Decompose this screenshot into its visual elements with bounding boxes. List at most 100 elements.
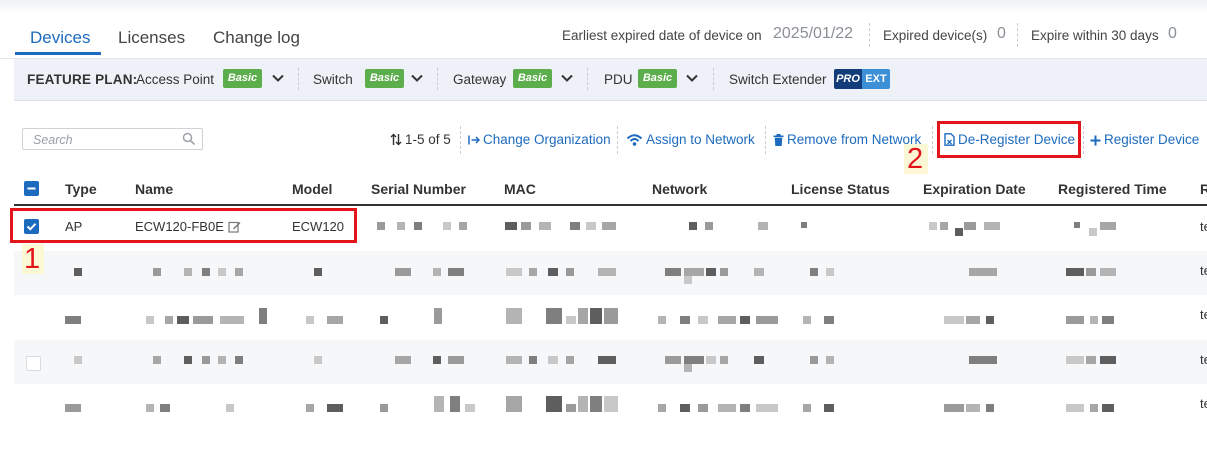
register-device-button[interactable]: Register Device xyxy=(1090,132,1199,147)
column-header-network[interactable]: Network xyxy=(652,181,707,197)
cell-truncated: te xyxy=(1200,307,1207,322)
column-header-truncated[interactable]: R xyxy=(1200,181,1207,197)
tab-change-log[interactable]: Change log xyxy=(213,28,300,48)
redacted-block xyxy=(590,396,602,412)
select-all-checkbox[interactable] xyxy=(24,181,39,196)
switch-extender-pro-ext-badge: PRO EXT xyxy=(834,69,890,89)
redacted-block xyxy=(966,404,980,412)
cell-truncated: te xyxy=(1200,219,1207,234)
redacted-block xyxy=(944,316,964,324)
search-input[interactable] xyxy=(31,130,185,150)
redacted-block xyxy=(160,404,170,412)
redacted-block xyxy=(1100,222,1116,230)
divider xyxy=(298,68,299,90)
cell-truncated: te xyxy=(1200,263,1207,278)
step-marker-2: 2 xyxy=(907,143,924,175)
assign-to-network-button[interactable]: Assign to Network xyxy=(626,132,755,147)
divider xyxy=(869,23,870,47)
column-header-expiration-date[interactable]: Expiration Date xyxy=(923,181,1026,197)
redacted-block xyxy=(826,356,834,364)
redacted-block xyxy=(65,404,81,412)
redacted-block xyxy=(220,316,244,324)
chevron-down-icon[interactable] xyxy=(685,71,699,85)
redacted-block xyxy=(433,268,441,276)
tab-devices[interactable]: Devices xyxy=(30,28,90,48)
redacted-block xyxy=(566,268,574,276)
redacted-block xyxy=(506,308,522,324)
redacted-block xyxy=(1086,268,1096,276)
redacted-block xyxy=(548,356,558,364)
divider xyxy=(437,68,438,90)
divider xyxy=(713,68,714,90)
redacted-block xyxy=(598,268,616,276)
search-icon[interactable] xyxy=(182,132,196,146)
column-header-name[interactable]: Name xyxy=(135,181,173,197)
redacted-block xyxy=(578,308,588,324)
ext-badge-part: EXT xyxy=(862,69,890,89)
redacted-block xyxy=(65,316,81,324)
redacted-block xyxy=(665,268,681,276)
redacted-block xyxy=(718,316,736,324)
expire-30-days-label: Expire within 30 days xyxy=(1031,28,1159,43)
column-header-type[interactable]: Type xyxy=(65,181,97,197)
redacted-block xyxy=(529,356,537,364)
move-to-icon xyxy=(468,135,481,145)
assign-to-network-label: Assign to Network xyxy=(646,132,755,147)
access-point-basic-badge: Basic xyxy=(223,69,262,88)
change-organization-label: Change Organization xyxy=(483,132,611,147)
redacted-block xyxy=(824,316,834,324)
divider xyxy=(460,126,461,154)
redacted-block xyxy=(314,356,322,364)
divider xyxy=(617,126,618,154)
chevron-down-icon[interactable] xyxy=(560,71,574,85)
redacted-block xyxy=(955,228,963,236)
redacted-block xyxy=(153,268,161,276)
redacted-block xyxy=(235,268,243,276)
redacted-block xyxy=(604,308,618,324)
redacted-block xyxy=(1090,404,1098,412)
redacted-block xyxy=(740,316,750,324)
redacted-block xyxy=(1066,268,1084,276)
earliest-expired-label: Earliest expired date of device on xyxy=(562,28,762,43)
redacted-block xyxy=(698,404,708,412)
plan-gateway-label: Gateway xyxy=(453,72,507,87)
redacted-block xyxy=(826,268,834,276)
chevron-down-icon[interactable] xyxy=(271,71,285,85)
redacted-block xyxy=(720,268,728,276)
plus-icon xyxy=(1090,135,1101,146)
tab-licenses[interactable]: Licenses xyxy=(118,28,185,48)
redacted-block xyxy=(1086,356,1096,364)
redacted-block xyxy=(193,316,213,324)
redacted-block xyxy=(146,316,154,324)
plan-switch-extender-label: Switch Extender xyxy=(729,72,827,87)
redacted-block xyxy=(940,222,948,230)
change-organization-button[interactable]: Change Organization xyxy=(468,132,611,147)
pro-badge-part: PRO xyxy=(834,69,862,89)
redacted-block xyxy=(803,404,811,412)
step-marker-1: 1 xyxy=(24,243,41,275)
redacted-block xyxy=(1100,268,1116,276)
column-header-serial-number[interactable]: Serial Number xyxy=(371,181,466,197)
redacted-block xyxy=(1066,356,1084,364)
redacted-block xyxy=(680,404,690,412)
column-header-model[interactable]: Model xyxy=(292,181,332,197)
redacted-block xyxy=(177,316,189,324)
column-header-license-status[interactable]: License Status xyxy=(791,181,890,197)
switch-basic-badge: Basic xyxy=(365,69,404,88)
redacted-block xyxy=(986,316,994,324)
redacted-block xyxy=(689,222,697,230)
redacted-block xyxy=(566,316,576,324)
redacted-block xyxy=(1102,316,1114,324)
column-header-mac[interactable]: MAC xyxy=(504,181,536,197)
redacted-block xyxy=(184,268,192,276)
feature-plan-bar: FEATURE PLAN: Access Point Basic Switch … xyxy=(14,59,1207,101)
column-header-registered-time[interactable]: Registered Time xyxy=(1058,181,1167,197)
redacted-block xyxy=(810,356,818,364)
sort-icon[interactable] xyxy=(390,133,402,146)
redacted-block xyxy=(578,396,588,412)
redacted-block xyxy=(969,268,997,276)
remove-from-network-button[interactable]: Remove from Network xyxy=(773,132,921,147)
row-checkbox[interactable] xyxy=(26,356,41,371)
chevron-down-icon[interactable] xyxy=(410,71,424,85)
redacted-block xyxy=(434,396,444,412)
